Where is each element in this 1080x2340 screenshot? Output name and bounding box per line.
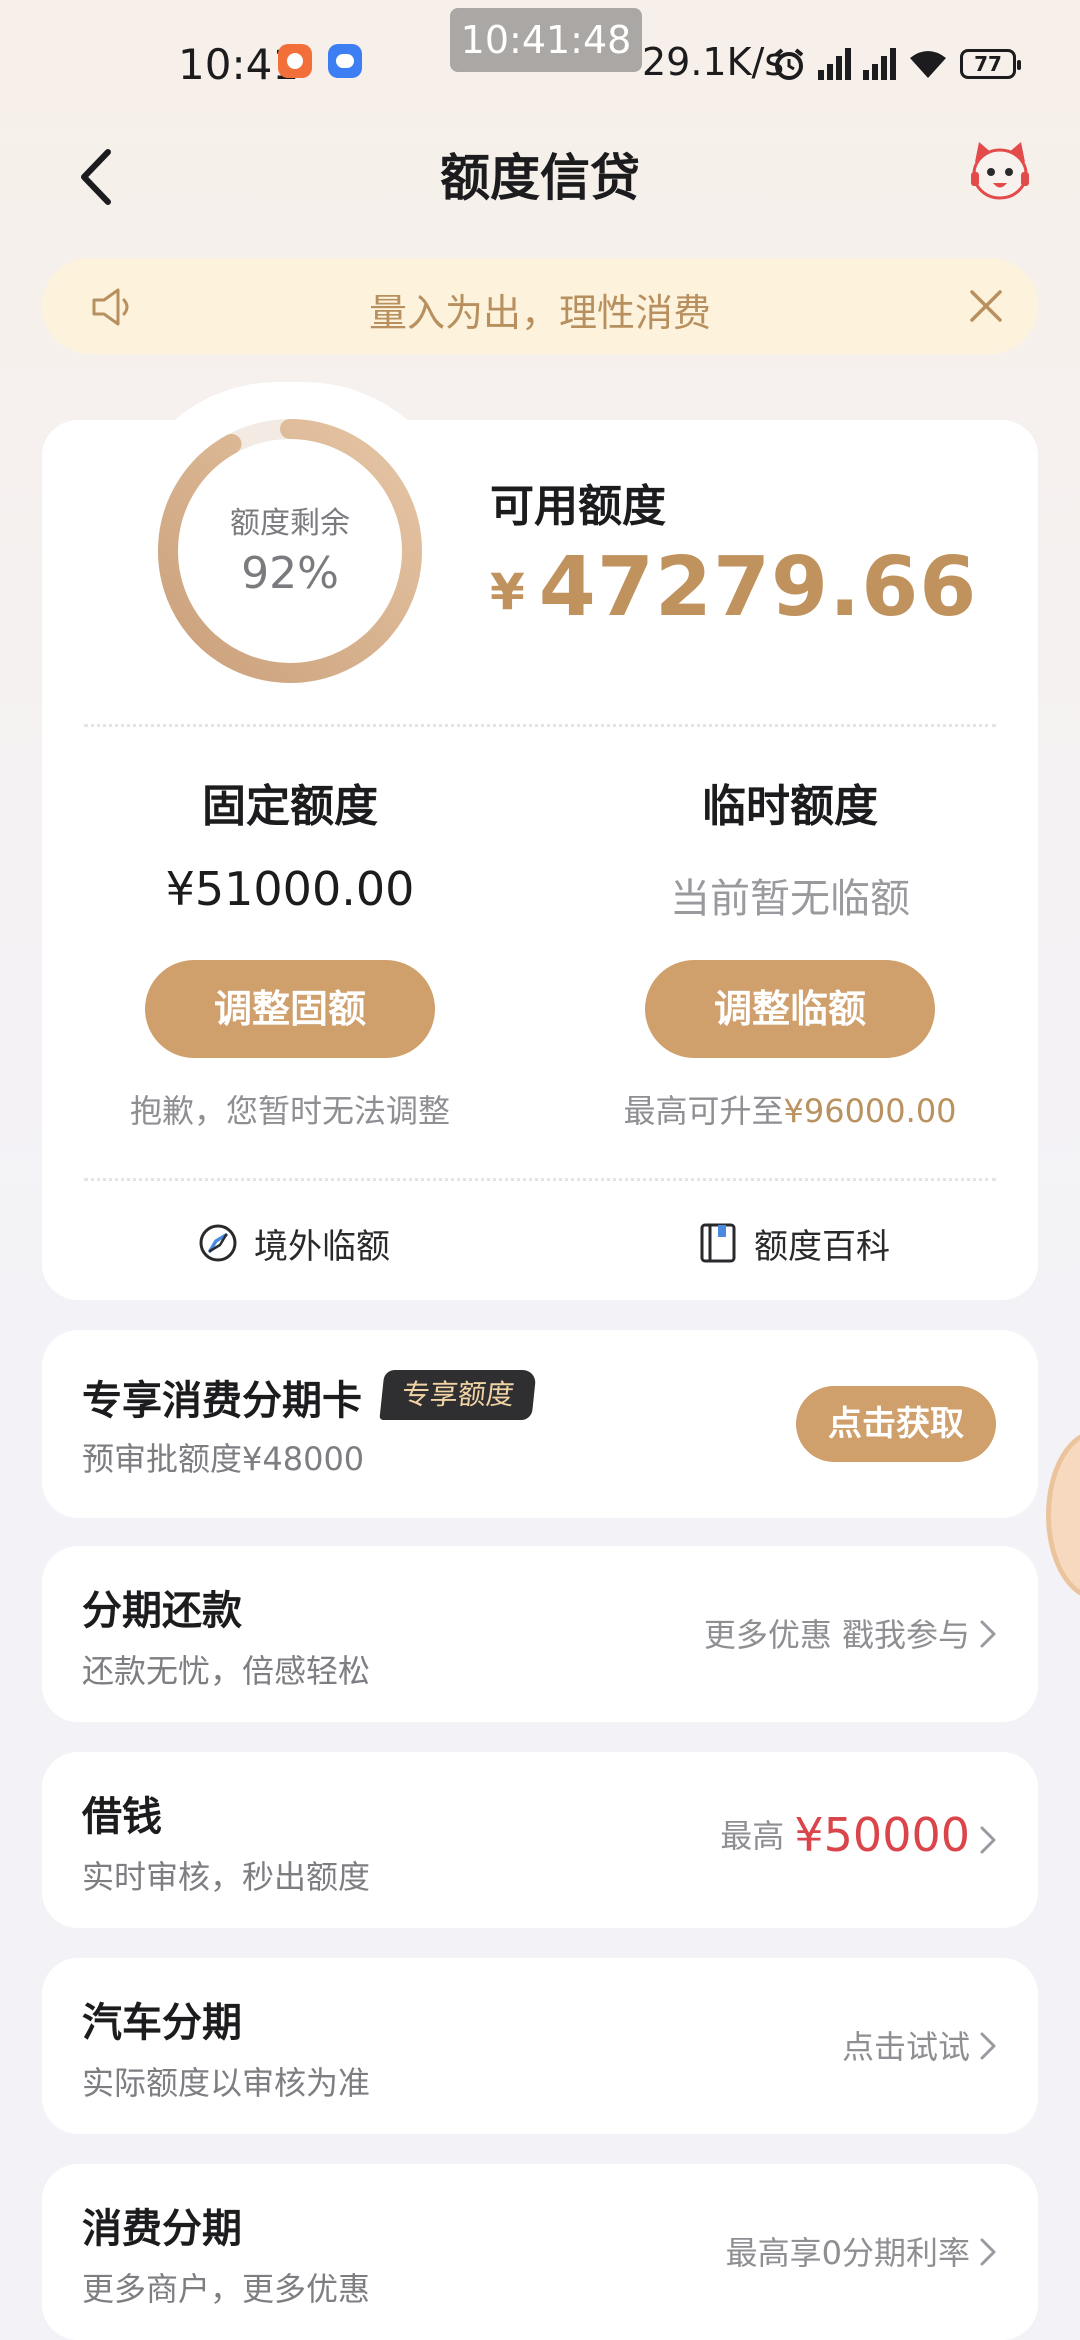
status-icons: 77 (772, 44, 1021, 84)
wifi-icon (910, 51, 946, 78)
chevron-right-icon (980, 1620, 996, 1648)
ring-label: 额度剩余 (230, 506, 350, 541)
notice-text: 量入为出，理性消费 (368, 291, 711, 335)
signal-2-icon (863, 48, 896, 80)
quota-wiki-label: 额度百科 (754, 1226, 890, 1267)
temp-quota-title: 临时额度 (702, 781, 878, 832)
overseas-quota-link[interactable]: 境外临额 (196, 1218, 390, 1268)
service-subtitle: 实时审核，秒出额度 (82, 1858, 371, 1896)
page-title: 额度信贷 (440, 149, 640, 207)
temp-quota-note: 最高可升至¥96000.00 (540, 1086, 1040, 1132)
service-action-text: 点击试试 (841, 2028, 970, 2066)
installment-repayment-card[interactable]: 分期还款 还款无忧，倍感轻松 更多优惠 戳我参与 (42, 1546, 1038, 1722)
exclusive-card-title: 专享消费分期卡 (82, 1378, 362, 1424)
status-bar: 10:41 10:41:48 29.1K/s 77 (0, 0, 1080, 120)
close-icon[interactable] (964, 284, 1008, 328)
app-notification-icon (278, 44, 312, 78)
exclusive-installment-card[interactable]: 专享消费分期卡 专享额度 预审批额度¥48000 点击获取 (42, 1330, 1038, 1518)
chevron-right-icon (980, 2032, 996, 2060)
customer-service-mascot-icon[interactable] (965, 136, 1035, 206)
get-card-button[interactable]: 点击获取 (796, 1386, 996, 1462)
floating-promo-badge[interactable] (1046, 1430, 1080, 1600)
fixed-quota-value: ¥51000.00 (165, 862, 415, 916)
service-title: 分期还款 (82, 1588, 242, 1634)
temp-quota-value: 当前暂无临额 (670, 876, 910, 922)
service-subtitle: 实际额度以审核为准 (82, 2064, 371, 2102)
service-subtitle: 更多商户，更多优惠 (82, 2270, 371, 2308)
adjust-fixed-button[interactable]: 调整固额 (145, 960, 435, 1058)
notice-banner: 量入为出，理性消费 (42, 258, 1038, 354)
signal-1-icon (818, 48, 851, 80)
consumer-installment-card[interactable]: 消费分期 更多商户，更多优惠 最高享0分期利率 (42, 2164, 1038, 2340)
adjust-temp-button[interactable]: 调整临额 (645, 960, 935, 1058)
divider (84, 724, 996, 727)
temp-note-prefix: 最高可升至 (623, 1092, 784, 1130)
borrow-money-card[interactable]: 借钱 实时审核，秒出额度 最高 ¥50000 (42, 1752, 1038, 1928)
chevron-right-icon (980, 1826, 996, 1854)
divider (84, 1178, 996, 1181)
available-amount: ¥47279.66 (490, 540, 977, 635)
currency-symbol: ¥ (490, 563, 525, 621)
fixed-quota-title: 固定额度 (202, 781, 378, 832)
compass-icon (199, 1224, 237, 1262)
max-label: 最高 (720, 1817, 785, 1855)
service-action-text: 最高享0分期利率 (725, 2234, 970, 2272)
available-label: 可用额度 (490, 481, 666, 532)
alarm-icon (774, 48, 804, 80)
screen: 10:41 10:41:48 29.1K/s 77 额度信贷 量入为出，理性消费… (0, 0, 1080, 2340)
fixed-quota-note: 抱歉，您暂时无法调整 (129, 1092, 450, 1130)
nav-header: 额度信贷 (0, 120, 1080, 230)
ring-percent: 92% (241, 548, 339, 599)
service-subtitle: 还款无忧，倍感轻松 (82, 1652, 371, 1690)
overseas-quota-label: 境外临额 (254, 1226, 390, 1267)
temp-note-amount: ¥96000.00 (783, 1092, 957, 1130)
message-notification-icon (328, 44, 362, 78)
exclusive-quota-badge: 专享额度 (379, 1370, 537, 1420)
book-icon (700, 1223, 736, 1263)
screen-recording-timer: 10:41:48 (450, 8, 642, 72)
max-loan-amount: ¥50000 (794, 1808, 970, 1862)
service-action-text: 最高 ¥50000 (720, 1808, 970, 1862)
exclusive-card-subtitle: 预审批额度¥48000 (82, 1440, 365, 1478)
network-speed: 29.1K/s (642, 40, 785, 84)
battery-icon: 77 (960, 49, 1021, 79)
service-title: 消费分期 (82, 2206, 242, 2252)
car-installment-card[interactable]: 汽车分期 实际额度以审核为准 点击试试 (42, 1958, 1038, 2134)
chevron-right-icon (980, 2238, 996, 2266)
service-title: 借钱 (82, 1794, 162, 1840)
available-value: 47279.66 (538, 540, 978, 635)
service-action-text: 更多优惠 戳我参与 (703, 1616, 970, 1654)
quota-wiki-link[interactable]: 额度百科 (696, 1218, 890, 1268)
service-title: 汽车分期 (82, 2000, 242, 2046)
